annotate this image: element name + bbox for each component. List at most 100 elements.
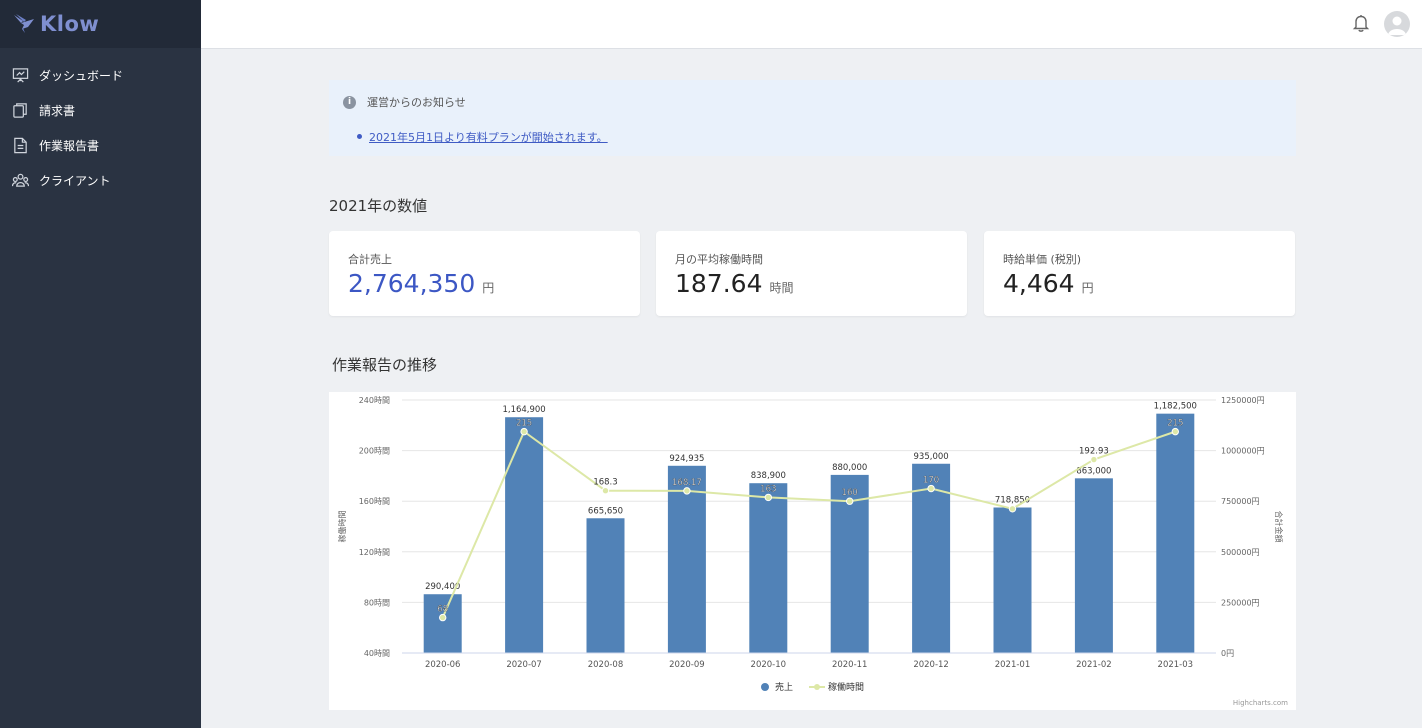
bar: [1074, 478, 1113, 653]
sidebar-item-dashboard[interactable]: ダッシュボード: [0, 58, 201, 93]
line-data-label: 168.3: [593, 478, 617, 488]
bar-data-label: 924,935: [669, 454, 704, 464]
file-text-icon: [14, 137, 27, 154]
legend-hours-label: 稼働時間: [828, 681, 864, 693]
x-tick-label: 2020-10: [751, 660, 787, 670]
bar: [993, 507, 1032, 653]
card-label: 月の平均稼働時間: [675, 253, 763, 266]
y-right-tick-label: 500000円: [1221, 548, 1260, 557]
card-number: 4,464: [1003, 269, 1075, 298]
card-value: 2,764,350 円: [348, 269, 494, 298]
app-name: Klow: [40, 12, 100, 36]
x-tick-label: 2020-06: [425, 660, 461, 670]
x-tick-label: 2020-11: [832, 660, 868, 670]
line-data-label: 68: [437, 605, 448, 615]
sidebar: Klow ダッシュボード 請求書 作業報告書 クライアント: [0, 0, 201, 728]
bar-data-label: 935,000: [914, 452, 949, 462]
sidebar-item-label: 作業報告書: [39, 139, 100, 153]
y-left-tick-label: 120時間: [359, 548, 390, 557]
y-right-tick-label: 1250000円: [1221, 396, 1265, 405]
bar: [1156, 413, 1195, 653]
x-tick-label: 2020-12: [913, 660, 949, 670]
x-tick-label: 2020-08: [588, 660, 624, 670]
user-avatar-icon[interactable]: [1384, 11, 1410, 37]
hours-point: [601, 487, 610, 495]
stats-heading: 2021年の数値: [329, 197, 428, 215]
card-unit: 円: [1081, 281, 1094, 295]
y-right-axis-title: 合計金額: [1274, 511, 1284, 543]
y-left-tick-label: 40時間: [364, 649, 390, 658]
documents-icon: [13, 103, 27, 118]
y-right-tick-label: 750000円: [1221, 497, 1260, 506]
card-label: 時給単価 (税別): [1003, 253, 1082, 266]
line-data-label: 160: [842, 488, 858, 498]
sidebar-nav: ダッシュボード 請求書 作業報告書 クライアント: [0, 58, 201, 198]
bar: [749, 483, 788, 653]
x-tick-label: 2020-09: [669, 660, 705, 670]
y-right-tick-label: 250000円: [1221, 598, 1260, 607]
card-unit: 時間: [769, 281, 794, 295]
sidebar-item-label: ダッシュボード: [39, 69, 124, 83]
line-data-label: 163: [760, 484, 776, 494]
y-left-tick-label: 240時間: [359, 396, 390, 405]
hours-point: [683, 487, 691, 495]
hours-point: [520, 427, 528, 436]
bird-logo-icon: [14, 14, 34, 33]
bar-data-label: 838,900: [751, 471, 786, 481]
x-tick-label: 2021-01: [995, 660, 1031, 670]
notice-header: i 運営からのお知らせ: [343, 94, 466, 110]
hours-point: [1090, 455, 1098, 464]
line-data-label: 215: [516, 419, 532, 429]
x-tick-label: 2021-03: [1158, 660, 1194, 670]
y-right-tick-label: 0円: [1221, 649, 1234, 658]
line-data-label: 215: [1167, 419, 1183, 429]
notice-panel: i 運営からのお知らせ 2021年5月1日より有料プランが開始されます。: [329, 80, 1296, 156]
chart-heading: 作業報告の推移: [332, 356, 438, 374]
hours-point: [927, 484, 935, 493]
presentation-chart-icon: [12, 68, 29, 83]
legend-sales-marker: [761, 683, 769, 691]
x-tick-label: 2020-07: [506, 660, 542, 670]
sidebar-item-label: クライアント: [39, 174, 111, 188]
total-sales-card: 合計売上 2,764,350 円: [329, 231, 640, 316]
brand[interactable]: Klow: [0, 0, 201, 48]
bar: [505, 417, 544, 653]
card-number: 187.64: [675, 269, 763, 298]
card-number: 2,764,350: [348, 269, 476, 298]
y-left-tick-label: 200時間: [359, 447, 390, 456]
hours-point: [439, 613, 447, 622]
work-report-chart: 40時間 80時間 120時間 160時間 200時間 240時間 0円 250000円 500…: [329, 392, 1296, 710]
sidebar-item-invoices[interactable]: 請求書: [0, 93, 201, 128]
notice-link[interactable]: 2021年5月1日より有料プランが開始されます。: [357, 129, 608, 145]
y-left-tick-label: 80時間: [364, 598, 390, 607]
card-value: 187.64 時間: [675, 269, 794, 298]
y-left-axis-title: 稼働時間: [337, 511, 347, 543]
hours-point: [846, 497, 854, 505]
bar-data-label: 665,650: [588, 506, 623, 516]
users-icon: [12, 173, 29, 187]
sidebar-item-label: 請求書: [39, 104, 76, 118]
notice-title: 運営からのお知らせ: [367, 96, 466, 109]
bell-icon[interactable]: [1352, 13, 1370, 33]
hourly-rate-card: 時給単価 (税別) 4,464 円: [984, 231, 1295, 316]
bar: [423, 594, 462, 653]
avg-hours-card: 月の平均稼働時間 187.64 時間: [656, 231, 967, 316]
bar-data-label: 880,000: [832, 463, 867, 473]
legend-hours-marker: [814, 684, 820, 690]
hours-point: [764, 493, 772, 502]
line-data-label: 192.93: [1079, 447, 1109, 457]
info-icon: i: [343, 95, 356, 109]
bar-data-label: 1,182,500: [1154, 402, 1197, 412]
sidebar-item-clients[interactable]: クライアント: [0, 163, 201, 198]
chart-credits[interactable]: Highcharts.com: [1233, 699, 1288, 707]
bar-data-label: 1,164,900: [502, 405, 545, 415]
sidebar-item-work-reports[interactable]: 作業報告書: [0, 128, 201, 163]
y-left-tick-label: 160時間: [359, 497, 390, 506]
hours-point: [1171, 427, 1179, 436]
hours-line: [441, 430, 1176, 618]
chart-svg: 40時間 80時間 120時間 160時間 200時間 240時間 0円 250000円 500…: [337, 396, 1284, 693]
legend-sales-label: 売上: [775, 681, 793, 693]
card-unit: 円: [482, 281, 495, 295]
top-bar: [201, 0, 1422, 49]
card-label: 合計売上: [348, 253, 392, 266]
